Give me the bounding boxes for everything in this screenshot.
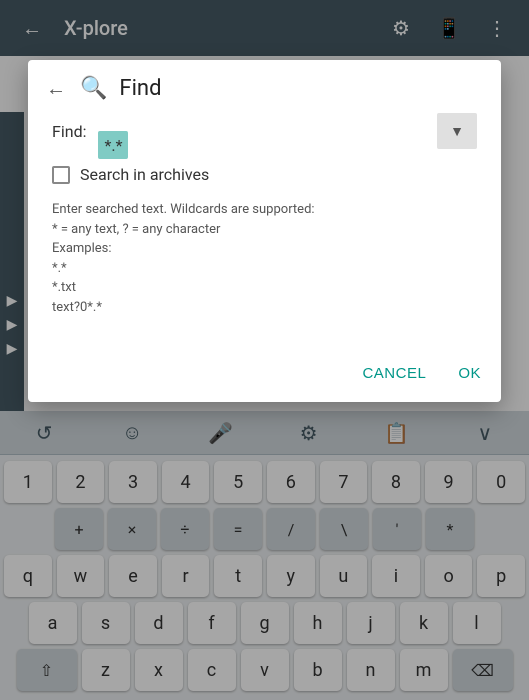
find-dialog: ← 🔍 Find Find: *.* ▼ Search in archives … <box>28 60 501 402</box>
cancel-button[interactable]: CANCEL <box>358 357 430 390</box>
search-in-archives-checkbox[interactable] <box>52 166 70 184</box>
find-dropdown-button[interactable]: ▼ <box>437 113 477 149</box>
checkbox-label: Search in archives <box>80 165 209 184</box>
dialog-actions: CANCEL OK <box>28 357 501 390</box>
find-label: Find: <box>52 122 86 141</box>
help-text: Enter searched text. Wildcards are suppo… <box>52 200 477 317</box>
dropdown-arrow-icon: ▼ <box>450 123 464 139</box>
checkbox-row: Search in archives <box>52 165 477 184</box>
dialog-title: Find <box>119 76 161 101</box>
find-row: Find: *.* ▼ <box>52 113 477 149</box>
ok-button[interactable]: OK <box>454 357 485 390</box>
dialog-body: Find: *.* ▼ Search in archives Enter sea… <box>28 113 501 357</box>
dialog-header: ← 🔍 Find <box>28 60 501 113</box>
dialog-back-button[interactable]: ← <box>44 77 68 101</box>
dialog-search-icon: 🔍 <box>80 76 107 101</box>
